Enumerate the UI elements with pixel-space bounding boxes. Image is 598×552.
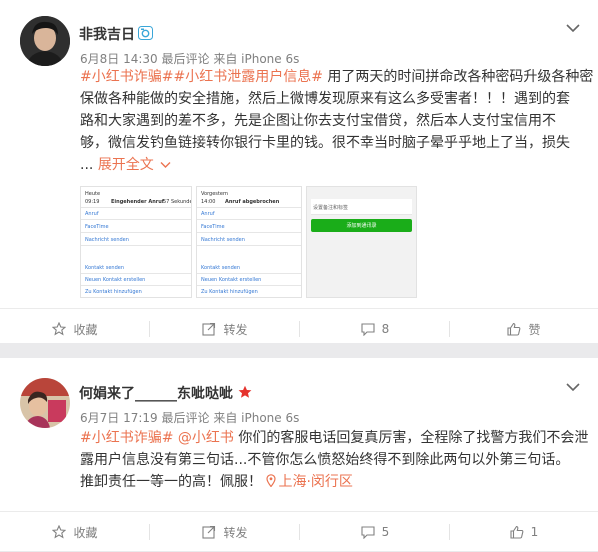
expand-full-text-link[interactable]: 展开全文 <box>98 157 154 173</box>
star-icon <box>52 322 67 336</box>
star-badge-icon <box>238 384 252 403</box>
text-line: 露用户信息没有第三句话...不管你怎么愤怒始终得不到除此两句以外第三句话。 <box>80 452 570 468</box>
post-text: #小红书诈骗##小红书泄露用户信息# 用了两天的时间拼命改各种密码升级各种密 保… <box>80 66 594 176</box>
topic-tag[interactable]: #小红书诈骗# <box>80 430 173 446</box>
thumb-text: Vorgestern <box>201 191 229 197</box>
favorite-label: 收藏 <box>73 525 98 540</box>
post-meta: 6月7日 17:19 最后评论 来自 iPhone 6s <box>80 409 299 426</box>
like-button[interactable]: 赞 <box>450 309 598 349</box>
thumb-text: FaceTime <box>201 224 225 230</box>
comment-icon <box>361 526 375 539</box>
repost-label: 转发 <box>223 525 248 540</box>
repost-icon <box>202 525 216 539</box>
username[interactable]: 何娟来了______东呲哒呲 <box>79 383 233 403</box>
thumb-text: Zu Kontakt hinzufügen <box>201 289 258 295</box>
chevron-down-icon[interactable] <box>566 18 580 33</box>
chevron-down-icon[interactable] <box>160 154 171 176</box>
repost-button[interactable]: 转发 <box>150 309 300 349</box>
thumb-text: 57 Sekunden <box>163 199 191 205</box>
thumb-text: Nachricht senden <box>85 237 129 243</box>
chevron-down-icon[interactable] <box>566 377 580 392</box>
post-image-thumbnail[interactable]: Heute 09:19 Eingehender Anruf 57 Sekunde… <box>80 186 192 298</box>
weibo-post-card: 非我吉日 6月8日 14:30 最后评论 来自 iPhone 6s #小红书诈骗… <box>0 0 598 343</box>
topic-tag[interactable]: #小红书诈骗# <box>80 69 173 85</box>
post-source: 来自 iPhone 6s <box>213 411 300 425</box>
text-line: 你们的客服电话回复真厉害，全程除了找警方我们不会泄 <box>233 430 589 446</box>
repost-label: 转发 <box>223 322 248 337</box>
thumbs-up-icon <box>507 322 521 336</box>
repost-icon <box>202 322 216 336</box>
thumb-text: Kontakt senden <box>85 265 124 271</box>
post-image-thumbnail[interactable]: Vorgestern 14:00 Anruf abgebrochen Anruf… <box>196 186 302 298</box>
topic-tag[interactable]: #小红书泄露用户信息# <box>173 69 322 85</box>
text-line: 路和大家遇到的差不多，先是企图让你去支付宝借贷，然后本人支付宝信用不 <box>80 113 556 129</box>
text-line: 推卸责任一等一的高！佩服！ <box>80 474 262 490</box>
thumb-text: 09:19 <box>85 199 100 205</box>
mention-link[interactable]: @小红书 <box>178 430 234 446</box>
last-comment-label[interactable]: 最后评论 <box>162 411 210 425</box>
text-line: 够，微信发钓鱼链接转你银行卡里的钱。很不幸当时脑子晕乎乎地上了当，损失 <box>80 135 570 151</box>
location-pin-icon <box>266 474 277 488</box>
post-source: 来自 iPhone 6s <box>213 52 300 66</box>
like-count: 1 <box>530 525 539 539</box>
thumb-text: 14:00 <box>201 199 216 205</box>
thumb-text: Anruf <box>201 211 215 217</box>
camera-badge-icon <box>138 25 153 44</box>
favorite-label: 收藏 <box>73 322 98 337</box>
thumb-text: Nachricht senden <box>201 237 245 243</box>
thumb-text: Neuen Kontakt erstellen <box>201 277 262 283</box>
thumb-text: Anruf <box>85 211 99 217</box>
location-link[interactable]: 上海·闵行区 <box>266 474 353 490</box>
comment-icon <box>361 323 375 336</box>
thumb-text: 添加到通讯录 <box>346 223 377 229</box>
star-icon <box>52 525 67 539</box>
thumb-text: FaceTime <box>85 224 109 230</box>
post-date[interactable]: 6月8日 14:30 <box>80 52 158 66</box>
thumb-text: Zu Kontakt hinzufügen <box>85 289 142 295</box>
post-action-bar: 收藏 转发 5 1 <box>0 511 598 551</box>
thumb-text: Heute <box>85 191 101 197</box>
location-label: 上海·闵行区 <box>278 474 353 490</box>
thumb-text: Neuen Kontakt erstellen <box>85 277 146 283</box>
username-part: 东呲哒呲 <box>177 386 233 402</box>
comment-count: 8 <box>381 322 390 336</box>
favorite-button[interactable]: 收藏 <box>0 512 150 552</box>
avatar[interactable] <box>20 16 70 66</box>
comment-count: 5 <box>381 525 390 539</box>
thumb-text: Anruf abgebrochen <box>225 199 280 205</box>
post-meta: 6月8日 14:30 最后评论 来自 iPhone 6s <box>80 50 299 67</box>
text-line: 保做各种能做的安全措施，然后上微博发现原来有这么多受害者！！！遇到的套 <box>80 91 570 107</box>
favorite-button[interactable]: 收藏 <box>0 309 150 349</box>
like-button[interactable]: 1 <box>450 512 598 552</box>
comment-button[interactable]: 5 <box>300 512 450 552</box>
username-part: 何娟来了 <box>79 386 135 402</box>
username[interactable]: 非我吉日 <box>79 24 135 44</box>
text-line: 用了两天的时间拼命改各种密码升级各种密 <box>322 69 594 85</box>
post-date[interactable]: 6月7日 17:19 <box>80 411 158 425</box>
thumbs-up-icon <box>510 525 524 539</box>
username-part: ______ <box>135 386 177 402</box>
avatar[interactable] <box>20 378 70 428</box>
thumb-text: 设置备注和标签 <box>313 205 349 211</box>
last-comment-label[interactable]: 最后评论 <box>162 52 210 66</box>
ellipsis: ... <box>80 157 98 173</box>
thumb-text: Kontakt senden <box>201 265 240 271</box>
comment-button[interactable]: 8 <box>300 309 450 349</box>
post-text: #小红书诈骗# @小红书 你们的客服电话回复真厉害，全程除了找警方我们不会泄 露… <box>80 427 590 493</box>
post-image-thumbnail[interactable]: 设置备注和标签 添加到通讯录 <box>306 186 417 298</box>
repost-button[interactable]: 转发 <box>150 512 300 552</box>
post-action-bar: 收藏 转发 8 赞 <box>0 308 598 348</box>
like-label: 赞 <box>528 322 541 337</box>
